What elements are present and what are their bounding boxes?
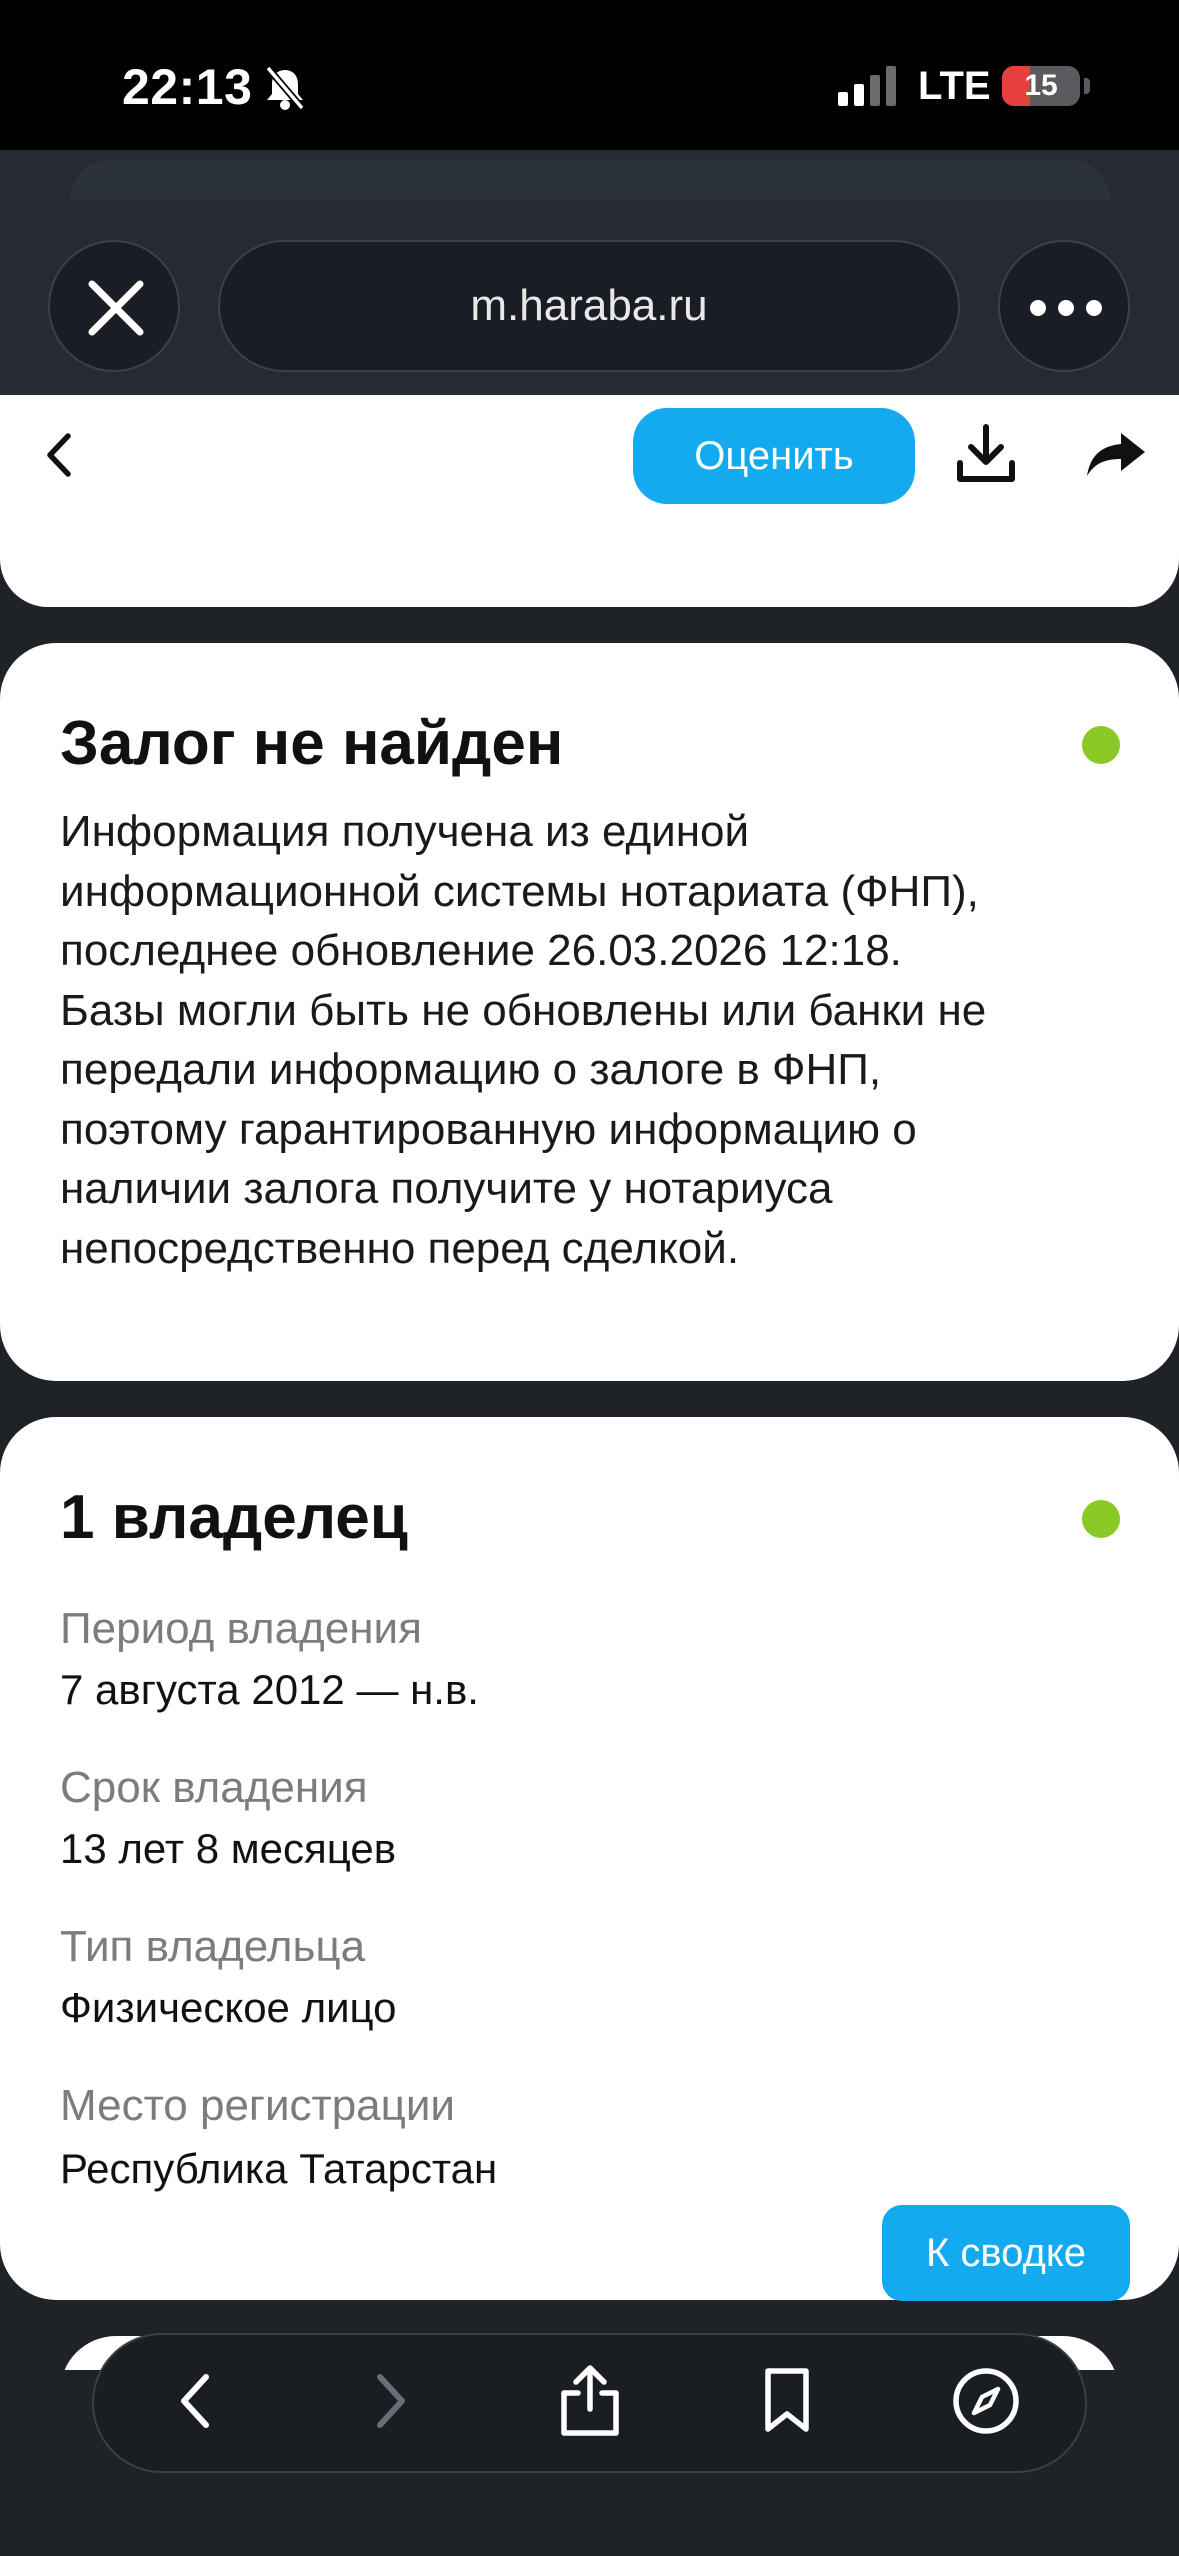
rate-button[interactable]: Оценить — [633, 408, 915, 504]
owner-status-dot — [1082, 1500, 1120, 1538]
pledge-line: непосредственно перед сделкой. — [60, 1223, 740, 1273]
more-button[interactable] — [998, 240, 1130, 372]
ownership-duration-value: 13 лет 8 месяцев — [60, 1825, 397, 1872]
pledge-line: поэтому гарантированную информацию о — [60, 1104, 917, 1154]
battery-tip — [1084, 78, 1090, 94]
bookmarks-icon[interactable] — [756, 2363, 818, 2439]
summary-button[interactable]: К сводке — [882, 2205, 1130, 2301]
owner-type-value: Физическое лицо — [60, 1984, 397, 2031]
share-icon[interactable] — [556, 2363, 624, 2439]
forward-icon[interactable] — [362, 2363, 418, 2439]
tab-edge — [70, 160, 1110, 200]
registration-place-label: Место регистрации — [60, 2081, 455, 2130]
close-button[interactable] — [48, 240, 180, 372]
share-icon[interactable] — [1085, 430, 1147, 480]
more-icon — [1030, 300, 1102, 316]
pledge-line: информационной системы нотариата (ФНП), — [60, 866, 979, 916]
pledge-line: последнее обновление 26.03.2026 12:18. — [60, 926, 902, 975]
owner-title: 1 владелец — [60, 1483, 408, 1552]
registration-place-value: Республика Татарстан — [60, 2145, 498, 2192]
bell-slash-icon — [265, 65, 305, 111]
compass-icon[interactable] — [950, 2363, 1022, 2439]
chevron-left-icon[interactable] — [40, 430, 80, 480]
pledge-line: передали информацию о залоге в ФНП, — [60, 1045, 882, 1094]
back-icon[interactable] — [168, 2363, 224, 2439]
close-icon — [88, 280, 144, 336]
pledge-title: Залог не найден — [60, 709, 564, 778]
ownership-duration-label: Срок владения — [60, 1763, 368, 1812]
battery-icon: 15 — [1002, 66, 1080, 106]
pledge-line: наличии залога получите у нотариуса — [60, 1164, 833, 1213]
owner-type-label: Тип владельца — [60, 1922, 366, 1971]
ownership-period-value: 7 августа 2012 — н.в. — [60, 1666, 479, 1713]
network-label: LTE — [918, 64, 991, 108]
pledge-status-dot — [1082, 726, 1120, 764]
battery-percent: 15 — [1024, 69, 1058, 102]
status-time: 22:13 — [122, 59, 253, 115]
pledge-line: Информация получена из единой — [60, 807, 750, 856]
url-field[interactable]: m.haraba.ru — [218, 240, 960, 372]
pledge-line: Базы могли быть не обновлены или банки н… — [60, 985, 987, 1035]
pledge-description: Информация получена из единой информацио… — [60, 802, 1130, 1278]
download-icon[interactable] — [955, 423, 1017, 485]
signal-icon — [838, 66, 896, 106]
ownership-period-label: Период владения — [60, 1604, 422, 1653]
